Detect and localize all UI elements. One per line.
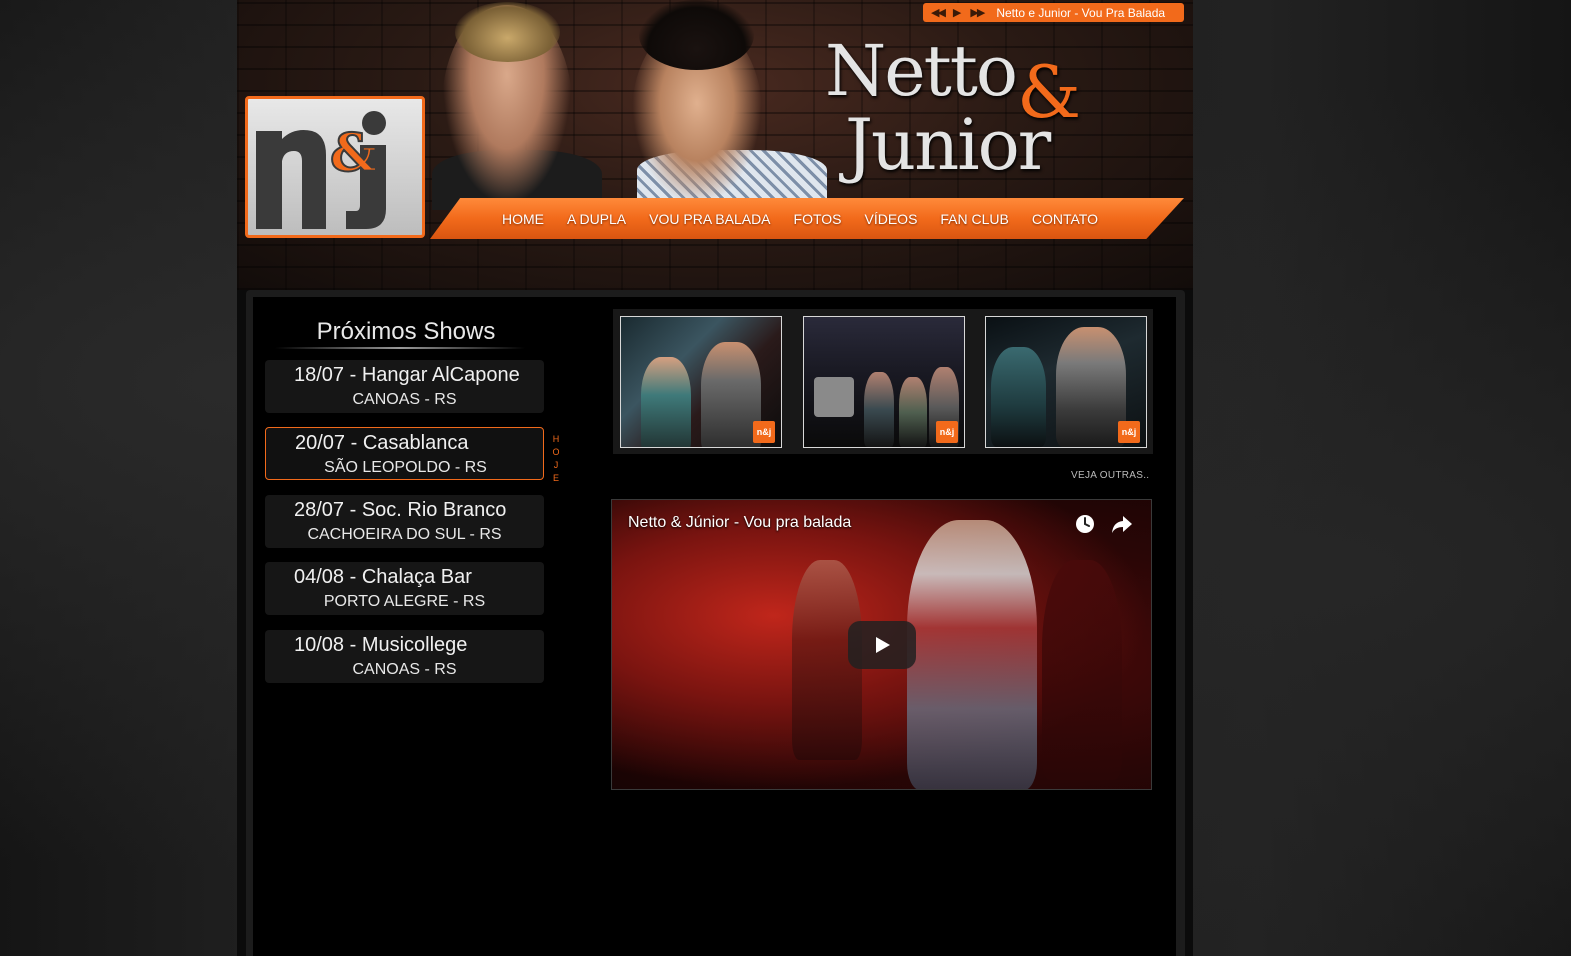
play-icon[interactable]: ▶ [953, 6, 961, 19]
rewind-icon[interactable]: ◀◀ [931, 6, 946, 19]
show-title: 18/07 - Hangar AlCapone [294, 364, 520, 386]
thumb-figure [641, 357, 691, 447]
show-title: 28/07 - Soc. Rio Branco [294, 499, 507, 521]
nj-logo-mark: & [256, 111, 386, 229]
show-city: CACHOEIRA DO SUL - RS [307, 526, 502, 543]
thumb-figure [864, 372, 894, 447]
svg-text:&: & [330, 123, 377, 184]
nj-logo[interactable]: & [245, 96, 425, 238]
nav-a-dupla[interactable]: A DUPLA [567, 211, 626, 227]
video-frame-figure [1042, 560, 1122, 780]
today-label: H O J E [552, 433, 560, 485]
thumb-watermark: n&j [753, 421, 775, 443]
nav-home[interactable]: HOME [502, 211, 544, 227]
content-area: Próximos Shows 18/07 - Hangar AlCapone C… [253, 297, 1176, 956]
see-more-photos-link[interactable]: VEJA OUTRAS.. [1071, 470, 1149, 481]
gallery-thumb[interactable]: n&j [803, 316, 965, 448]
clock-icon[interactable] [1075, 514, 1095, 534]
thumb-figure [1056, 327, 1126, 447]
share-arrow-icon[interactable] [1111, 514, 1133, 534]
music-player-bar: ◀◀ ▶ ▶▶ Netto e Junior - Vou Pra Balada [923, 3, 1184, 22]
nav-videos[interactable]: VÍDEOS [865, 211, 918, 227]
gallery-thumb[interactable]: n&j [985, 316, 1147, 448]
today-letter: H [552, 434, 560, 444]
show-title: 04/08 - Chalaça Bar [294, 566, 472, 588]
show-city: CANOAS - RS [352, 661, 457, 678]
show-title: 10/08 - Musicollege [294, 634, 468, 656]
play-icon [876, 637, 890, 653]
show-city: CANOAS - RS [352, 391, 457, 408]
today-letter: E [552, 473, 559, 483]
thumb-watermark: n&j [1118, 421, 1140, 443]
brand-name-line2: Junior [845, 104, 1051, 186]
content-frame: Próximos Shows 18/07 - Hangar AlCapone C… [246, 290, 1185, 956]
video-play-button[interactable] [848, 621, 916, 669]
brand-wordmark: Netto & Junior [825, 30, 1085, 190]
thumb-figure [701, 342, 761, 447]
thumb-figure [991, 347, 1046, 447]
thumb-figure [899, 377, 927, 447]
show-title: 20/07 - Casablanca [295, 432, 469, 454]
today-letter: J [553, 460, 559, 470]
nav-fan-club[interactable]: FAN CLUB [940, 211, 1008, 227]
page-wrapper: ◀◀ ▶ ▶▶ Netto e Junior - Vou Pra Balada … [237, 0, 1193, 956]
show-item[interactable]: 18/07 - Hangar AlCapone CANOAS - RS [265, 360, 544, 413]
now-playing-title: Netto e Junior - Vou Pra Balada [996, 5, 1166, 20]
thumb-watermark: n&j [936, 421, 958, 443]
nav-fotos[interactable]: FOTOS [794, 211, 842, 227]
video-player[interactable]: Netto & Júnior - Vou pra balada [611, 499, 1152, 790]
nav-vou-pra-balada[interactable]: VOU PRA BALADA [649, 211, 770, 227]
video-frame-figure [907, 520, 1037, 789]
today-letter: O [552, 447, 560, 457]
gallery-thumb[interactable]: n&j [620, 316, 782, 448]
show-city: SÃO LEOPOLDO - RS [324, 459, 487, 476]
fast-forward-icon[interactable]: ▶▶ [970, 6, 985, 19]
thumb-figure [814, 377, 854, 417]
header: ◀◀ ▶ ▶▶ Netto e Junior - Vou Pra Balada … [237, 0, 1193, 290]
show-item[interactable]: 28/07 - Soc. Rio Branco CACHOEIRA DO SUL… [265, 495, 544, 548]
artist-hair-netto [455, 2, 560, 62]
show-item[interactable]: 04/08 - Chalaça Bar PORTO ALEGRE - RS [265, 562, 544, 615]
shows-heading-underline [275, 347, 525, 349]
video-title[interactable]: Netto & Júnior - Vou pra balada [628, 514, 851, 532]
artist-hair-junior [639, 0, 754, 70]
photo-gallery: n&j n&j n&j [613, 309, 1153, 454]
shows-heading: Próximos Shows [316, 318, 496, 345]
brand-name-line1: Netto [825, 30, 1018, 112]
show-item-today[interactable]: 20/07 - Casablanca SÃO LEOPOLDO - RS [265, 427, 544, 480]
nav-contato[interactable]: CONTATO [1032, 211, 1098, 227]
show-city: PORTO ALEGRE - RS [323, 593, 486, 610]
main-nav: HOME A DUPLA VOU PRA BALADA FOTOS VÍDEOS… [430, 198, 1184, 239]
show-item[interactable]: 10/08 - Musicollege CANOAS - RS [265, 630, 544, 683]
